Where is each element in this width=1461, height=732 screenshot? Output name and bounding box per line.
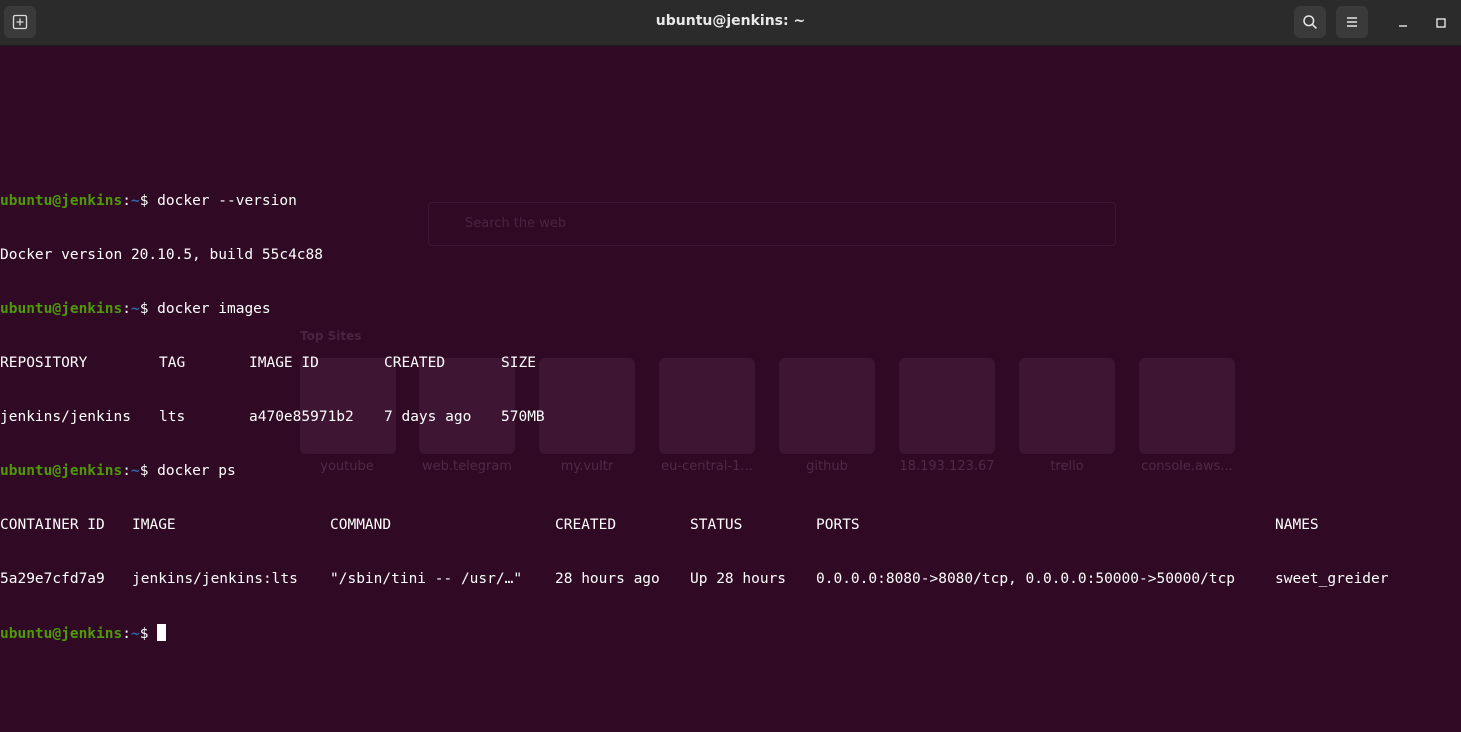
terminal-output: ubuntu@jenkins:~$ docker --version Docke… — [0, 156, 1389, 678]
prompt-path: ~ — [130, 193, 140, 209]
images-header-row: REPOSITORY TAG IMAGE ID CREATED SIZE — [0, 354, 536, 372]
search-icon — [1302, 14, 1318, 30]
prompt-line: ubuntu@jenkins:~$ docker images — [0, 300, 323, 318]
prompt-path: ~ — [130, 463, 140, 479]
ghost-tile-eu-central — [659, 358, 755, 454]
output-line: Docker version 20.10.5, build 55c4c88 — [0, 247, 324, 263]
minimize-icon — [1398, 13, 1408, 32]
prompt-symbol: $ — [139, 301, 158, 317]
table-cell: a470e85971b2 — [249, 409, 354, 425]
prompt-user: ubuntu@jenkins — [0, 626, 123, 642]
command-text: docker --version — [157, 193, 297, 209]
column-header: COMMAND — [330, 517, 392, 533]
menu-button[interactable] — [1336, 6, 1368, 38]
ghost-search-bar: Search the web — [428, 202, 1116, 246]
column-header: CREATED — [555, 517, 617, 533]
table-cell: jenkins/jenkins — [0, 409, 131, 425]
table-cell: 7 days ago — [384, 409, 472, 425]
ghost-search-placeholder: Search the web — [465, 216, 567, 231]
prompt-line: ubuntu@jenkins:~$ docker --version — [0, 192, 323, 210]
column-header: TAG — [159, 355, 186, 371]
table-cell: 28 hours ago — [555, 571, 660, 587]
table-cell: lts — [159, 409, 186, 425]
column-header: SIZE — [501, 355, 536, 371]
images-row: jenkins/jenkins lts a470e85971b2 7 days … — [0, 408, 545, 426]
table-cell: 570MB — [501, 409, 545, 425]
search-button[interactable] — [1294, 6, 1326, 38]
prompt-symbol: $ — [139, 626, 158, 642]
ps-row: 5a29e7cfd7a9 jenkins/jenkins:lts "/sbin/… — [0, 570, 1389, 588]
ghost-tile-label: web.telegram — [422, 459, 512, 474]
prompt-sep: : — [122, 301, 131, 317]
prompt-sep: : — [122, 193, 131, 209]
text-cursor — [157, 624, 167, 641]
column-header: STATUS — [690, 517, 743, 533]
table-cell: 0.0.0.0:8080->8080/tcp, 0.0.0.0:50000->5… — [816, 571, 1236, 587]
prompt-symbol: $ — [139, 193, 158, 209]
ghost-tile-ip — [899, 358, 995, 454]
ghost-tile-label: trello — [1050, 459, 1084, 474]
ghost-tile-label: 18.193.123.67 — [899, 459, 995, 474]
column-header: NAMES — [1275, 517, 1319, 533]
prompt-user: ubuntu@jenkins — [0, 301, 123, 317]
prompt-sep: : — [122, 463, 131, 479]
ps-header-row: CONTAINER ID IMAGE COMMAND CREATED STATU… — [0, 516, 1319, 534]
ghost-tile-label: eu-central-1... — [661, 459, 753, 474]
terminal-view[interactable]: Search the web Top Sites youtube web.tel… — [0, 46, 1461, 642]
column-header: CREATED — [384, 355, 446, 371]
ghost-tile-label: my.vultr — [560, 459, 614, 474]
ghost-tile-vultr — [539, 358, 635, 454]
command-text: docker images — [157, 301, 271, 317]
column-header: IMAGE — [132, 517, 176, 533]
minimize-button[interactable] — [1393, 12, 1413, 32]
ghost-tile-label: console.aws... — [1141, 459, 1233, 474]
prompt-path: ~ — [130, 626, 140, 642]
prompt-line: ubuntu@jenkins:~$ docker ps — [0, 462, 323, 480]
ghost-tile-github — [779, 358, 875, 454]
column-header: PORTS — [816, 517, 860, 533]
table-cell: sweet_greider — [1275, 571, 1389, 587]
prompt-symbol: $ — [139, 463, 158, 479]
prompt-user: ubuntu@jenkins — [0, 463, 123, 479]
prompt-sep: : — [122, 626, 131, 642]
maximize-icon — [1436, 13, 1446, 32]
maximize-button[interactable] — [1431, 12, 1451, 32]
command-text: docker ps — [157, 463, 236, 479]
window-title: ubuntu@jenkins: ~ — [655, 13, 806, 29]
title-bar: ubuntu@jenkins: ~ — [0, 0, 1461, 46]
hamburger-menu-icon — [1345, 15, 1359, 29]
prompt-path: ~ — [130, 301, 140, 317]
ghost-tile-telegram — [419, 358, 515, 454]
prompt-user: ubuntu@jenkins — [0, 193, 123, 209]
ghost-tile-label: github — [806, 459, 848, 474]
table-cell: Up 28 hours — [690, 571, 787, 587]
column-header: IMAGE ID — [249, 355, 319, 371]
ghost-tile-aws — [1139, 358, 1235, 454]
prompt-line-active[interactable]: ubuntu@jenkins:~$ — [0, 624, 323, 642]
table-cell: 5a29e7cfd7a9 — [0, 571, 105, 587]
ghost-tile-trello — [1019, 358, 1115, 454]
column-header: CONTAINER ID — [0, 517, 105, 533]
table-cell: "/sbin/tini -- /usr/…" — [330, 571, 523, 587]
column-header: REPOSITORY — [0, 355, 88, 371]
table-cell: jenkins/jenkins:lts — [132, 571, 298, 587]
